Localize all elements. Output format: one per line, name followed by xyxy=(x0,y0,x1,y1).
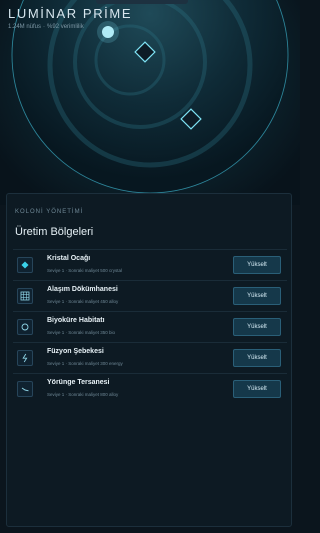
district-name: Alaşım Dökümhanesi xyxy=(47,286,118,293)
district-row-bio: Biyoküre Habitatı Seviye 1 · Sonraki mal… xyxy=(13,311,287,342)
grid-icon xyxy=(17,288,33,304)
district-meta: Seviye 1 · Sonraki maliyet 500 crystal xyxy=(47,268,123,273)
district-meta: Seviye 1 · Sonraki maliyet 300 energy xyxy=(47,361,123,366)
planet-illustration xyxy=(0,0,300,205)
panel-title: Üretim Bölgeleri xyxy=(15,226,94,238)
district-name: Biyoküre Habitatı xyxy=(47,317,105,324)
colony-stats: 1.24M nüfus · %92 verimlilik xyxy=(8,24,84,30)
upgrade-button[interactable]: Yükselt xyxy=(233,318,281,336)
orb-icon xyxy=(17,319,33,335)
district-name: Yörünge Tersanesi xyxy=(47,379,110,386)
upgrade-button[interactable]: Yükselt xyxy=(233,380,281,398)
upgrade-button[interactable]: Yükselt xyxy=(233,256,281,274)
population-stat: 1.24M nüfus xyxy=(8,24,42,30)
planet-view: LUMİNAR PRİME 1.24M nüfus · %92 verimlilik xyxy=(0,0,300,205)
top-bar xyxy=(96,0,188,4)
district-row-fusion: Füzyon Şebekesi Seviye 1 · Sonraki maliy… xyxy=(13,342,287,373)
panel-eyebrow: KOLONİ YÖNETİMİ xyxy=(15,209,84,215)
colony-title: LUMİNAR PRİME xyxy=(8,6,133,21)
district-row-alloy: Alaşım Dökümhanesi Seviye 1 · Sonraki ma… xyxy=(13,280,287,311)
district-row-shipyard: Yörünge Tersanesi Seviye 1 · Sonraki mal… xyxy=(13,373,287,404)
efficiency-stat: %92 verimlilik xyxy=(47,24,84,30)
ship-icon xyxy=(17,381,33,397)
district-name: Kristal Ocağı xyxy=(47,255,91,262)
district-row-crystal: Kristal Ocağı Seviye 1 · Sonraki maliyet… xyxy=(13,249,287,280)
upgrade-button[interactable]: Yükselt xyxy=(233,287,281,305)
district-meta: Seviye 1 · Sonraki maliyet 350 bio xyxy=(47,330,116,335)
stat-separator: · xyxy=(43,24,46,30)
bolt-icon xyxy=(17,350,33,366)
district-meta: Seviye 1 · Sonraki maliyet 450 alloy xyxy=(47,299,119,304)
district-meta: Seviye 1 · Sonraki maliyet 800 alloy xyxy=(47,392,119,397)
upgrade-button[interactable]: Yükselt xyxy=(233,349,281,367)
district-name: Füzyon Şebekesi xyxy=(47,348,104,355)
crystal-icon xyxy=(17,257,33,273)
colony-management-panel: KOLONİ YÖNETİMİ Üretim Bölgeleri Kristal… xyxy=(6,193,292,527)
